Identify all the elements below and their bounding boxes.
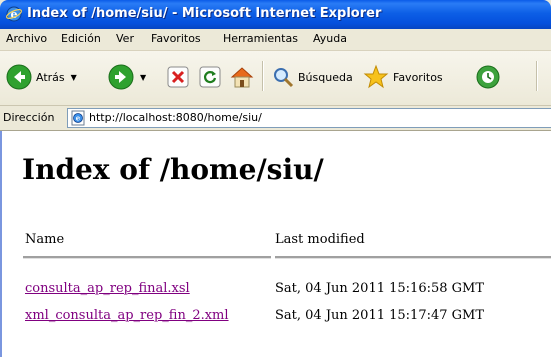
chevron-down-icon[interactable]: ▼ (71, 73, 77, 82)
address-url: http://localhost:8080/home/siu/ (89, 111, 262, 124)
address-bar: Dirección e http://localhost:8080/home/s… (0, 106, 551, 131)
ie-icon: e (6, 6, 22, 22)
file-link[interactable]: xml_consulta_ap_rep_fin_2.xml (25, 308, 229, 323)
page-title: Index of /home/siu/ (22, 153, 324, 186)
favorites-button[interactable]: Favoritos (363, 59, 443, 95)
address-input[interactable]: e http://localhost:8080/home/siu/ (67, 108, 551, 128)
back-label: Atrás (36, 70, 65, 84)
stop-icon (167, 66, 189, 88)
header-divider (275, 256, 551, 259)
stop-button[interactable] (167, 59, 189, 95)
file-modified: Sat, 04 Jun 2011 15:16:58 GMT (275, 281, 485, 296)
history-icon (476, 65, 500, 89)
file-modified: Sat, 04 Jun 2011 15:17:47 GMT (275, 308, 485, 323)
toolbar-separator (536, 61, 538, 91)
file-link[interactable]: consulta_ap_rep_final.xsl (25, 281, 190, 296)
title-bar[interactable]: e Index of /home/siu/ - Microsoft Intern… (0, 0, 551, 29)
favorites-label: Favoritos (393, 70, 443, 84)
window-title: Index of /home/siu/ - Microsoft Internet… (27, 6, 382, 21)
history-button[interactable] (475, 59, 501, 95)
menu-herramientas[interactable]: Herramientas (223, 32, 298, 45)
back-button[interactable]: Atrás ▼ (6, 59, 77, 95)
search-button[interactable]: Búsqueda (272, 59, 353, 95)
browser-window: e Index of /home/siu/ - Microsoft Intern… (0, 0, 551, 357)
toolbar-separator (262, 61, 264, 91)
refresh-icon (199, 66, 221, 88)
search-label: Búsqueda (298, 70, 353, 84)
column-header-name: Name (25, 232, 65, 247)
menu-ayuda[interactable]: Ayuda (313, 32, 347, 45)
page-content: Index of /home/siu/ Name Last modified c… (0, 131, 551, 357)
page-icon: e (71, 110, 85, 126)
menu-edicion[interactable]: Edición (61, 32, 101, 45)
back-arrow-icon (6, 64, 32, 90)
forward-button[interactable]: ▼ (108, 59, 146, 95)
search-icon (274, 68, 294, 88)
chevron-down-icon[interactable]: ▼ (140, 73, 146, 82)
home-button[interactable] (229, 59, 255, 95)
forward-arrow-icon (108, 64, 134, 90)
menu-favoritos[interactable]: Favoritos (151, 32, 201, 45)
refresh-button[interactable] (199, 59, 221, 95)
address-label: Dirección (3, 111, 55, 124)
column-header-last-modified: Last modified (275, 232, 365, 247)
menu-archivo[interactable]: Archivo (6, 32, 47, 45)
menu-bar: Archivo Edición Ver Favoritos Herramient… (0, 29, 551, 51)
toolbar: Atrás ▼ ▼ Búsqueda Favoritos (0, 51, 551, 106)
header-divider (23, 256, 271, 259)
svg-text:e: e (76, 114, 81, 123)
home-icon (230, 67, 254, 88)
star-icon (363, 64, 389, 89)
menu-ver[interactable]: Ver (116, 32, 134, 45)
